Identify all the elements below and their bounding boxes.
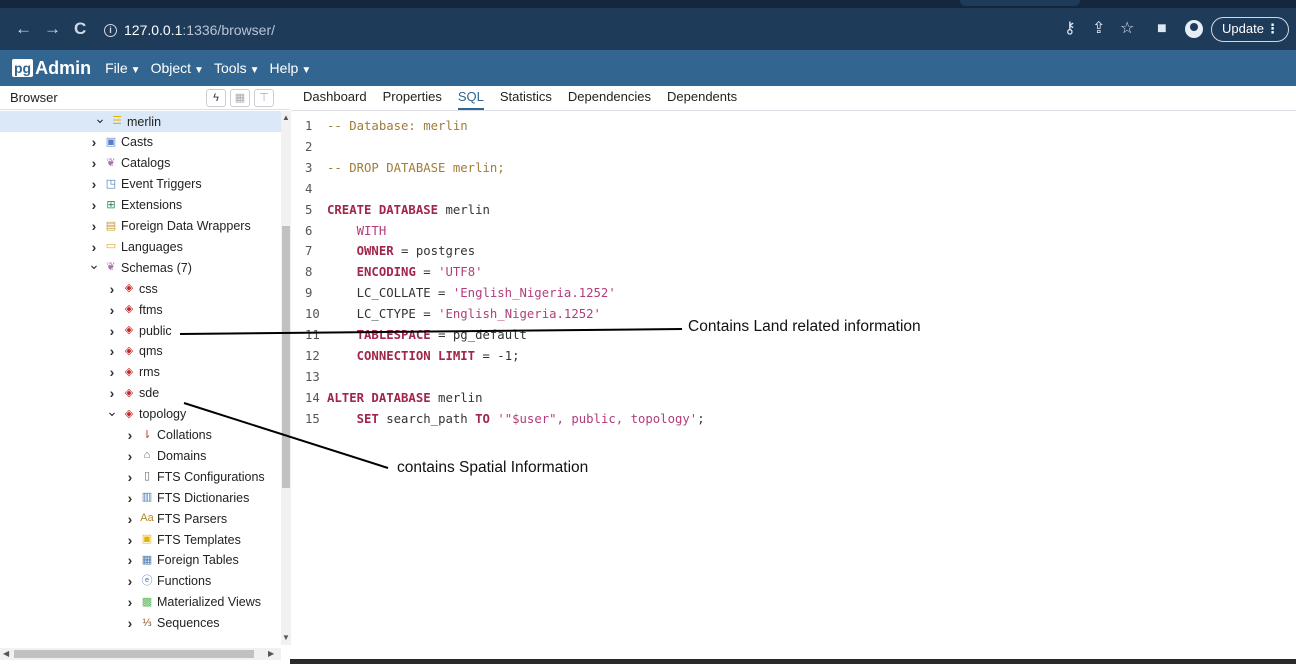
annotation-line-public [179,328,683,335]
annotation-spatial: contains Spatial Information [397,459,589,476]
annotation-lines [179,328,683,469]
annotation-line-sde [183,402,389,469]
annotation-land: Contains Land related information [688,318,921,335]
status-strip [290,659,1296,664]
